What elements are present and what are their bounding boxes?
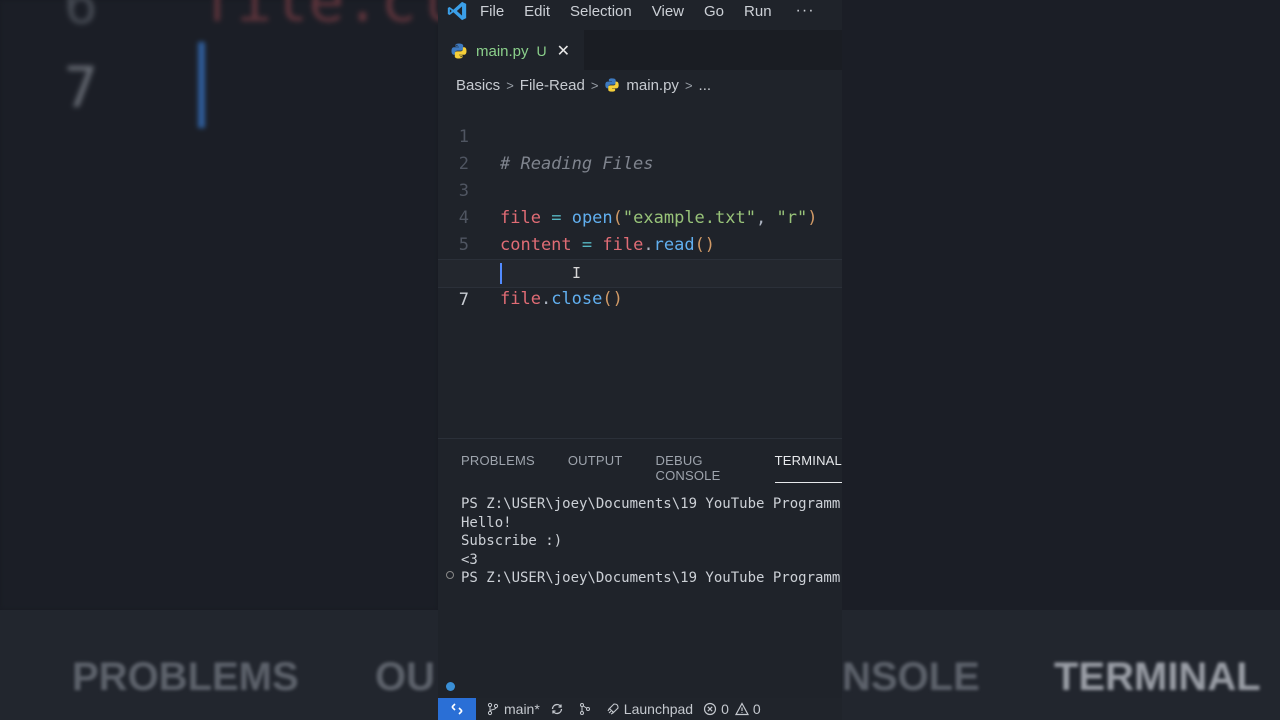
launchpad-label: Launchpad	[623, 701, 694, 717]
git-branch-icon	[487, 702, 499, 716]
terminal-line: PS Z:\USER\joey\Documents\19 YouTube Pro…	[461, 570, 841, 586]
tab-bar: main.py U ✕	[438, 30, 842, 71]
code-token: file	[500, 289, 541, 309]
breadcrumb-item-more[interactable]: ...	[699, 77, 712, 94]
breadcrumb-item-file-read[interactable]: File-Read	[520, 77, 585, 94]
status-bar: main* Launchpad 0 0	[438, 698, 842, 720]
terminal-output[interactable]: PS Z:\USER\joey\Documents\19 YouTube Pro…	[461, 495, 840, 588]
tab-problems[interactable]: PROBLEMS	[461, 453, 535, 483]
background-panel-tab: OU	[375, 655, 435, 699]
warning-count: 0	[752, 701, 761, 717]
panel-tabs: PROBLEMS OUTPUT DEBUG CONSOLE TERMINAL	[461, 453, 842, 483]
python-icon	[451, 43, 467, 59]
code-line[interactable]: 1 # Reading Files	[438, 97, 842, 174]
terminal-line: <3	[461, 551, 478, 568]
background-right	[842, 0, 1280, 610]
activity-indicator-icon	[446, 682, 455, 691]
code-line[interactable]: 4 content = file.read()	[438, 178, 842, 255]
rocket-icon	[607, 703, 619, 715]
menu-view[interactable]: View	[652, 3, 684, 20]
code-line[interactable]: 6 file.close()	[438, 232, 842, 309]
current-code-line[interactable]: 7	[438, 259, 842, 310]
background-line-number-6: 6	[64, 0, 98, 37]
breadcrumb-item-main-py[interactable]: main.py	[626, 77, 679, 94]
line-number: 7	[458, 290, 469, 310]
code-token: close	[551, 289, 603, 309]
terminal-line: Subscribe :)	[461, 533, 563, 549]
tab-label: main.py	[476, 42, 529, 60]
chevron-right-icon: >	[590, 77, 599, 93]
launchpad-button[interactable]: Launchpad	[606, 701, 693, 717]
code-token: .	[540, 289, 552, 309]
titlebar: File Edit Selection View Go Run ···	[438, 0, 842, 22]
menu-selection[interactable]: Selection	[570, 3, 632, 20]
tab-debug-console[interactable]: DEBUG CONSOLE	[656, 453, 742, 483]
python-icon	[605, 78, 620, 92]
untracked-badge: U	[536, 43, 547, 59]
bottom-panel: PROBLEMS OUTPUT DEBUG CONSOLE TERMINAL P…	[438, 438, 842, 699]
vscode-window: File Edit Selection View Go Run ··· main…	[438, 0, 842, 720]
terminal-line: Hello!	[461, 514, 512, 531]
menu-run[interactable]: Run	[744, 3, 772, 20]
chevron-right-icon: >	[684, 77, 693, 93]
error-icon	[703, 702, 717, 716]
menu-edit[interactable]: Edit	[524, 3, 550, 20]
background-panel-tab: NSOLE	[842, 655, 980, 699]
vscode-logo-icon	[447, 1, 467, 21]
text-caret	[500, 263, 502, 284]
ibeam-cursor-icon: I	[572, 264, 582, 282]
terminal-line: PS Z:\USER\joey\Documents\19 YouTube Pro…	[461, 496, 841, 512]
background-panel-tab: PROBLEMS	[72, 655, 299, 699]
sync-icon	[551, 703, 562, 715]
close-icon[interactable]: ✕	[557, 41, 570, 61]
code-line[interactable]: 3 file = open("example.txt", "r")	[438, 151, 842, 228]
background-code-text: file.cl	[200, 0, 453, 36]
breadcrumb-item-basics[interactable]: Basics	[456, 77, 500, 94]
chevron-right-icon: >	[506, 77, 514, 93]
code-line[interactable]: 5 print(content)	[438, 205, 842, 282]
tab-output[interactable]: OUTPUT	[568, 453, 623, 483]
background-left: 6 7 file.cl	[0, 0, 453, 610]
tab-terminal[interactable]: TERMINAL	[774, 453, 842, 483]
menu-go[interactable]: Go	[704, 3, 724, 20]
code-line[interactable]: 2	[438, 124, 842, 174]
code-token: ()	[602, 289, 623, 309]
branch-name: main*	[504, 701, 540, 717]
background-line-number-7: 7	[64, 56, 98, 121]
breadcrumb: Basics > File-Read > main.py > ...	[456, 74, 711, 96]
code-editor[interactable]: 1 # Reading Files 2 3 file = open("examp…	[438, 97, 842, 437]
tab-main-py[interactable]: main.py U ✕	[438, 30, 584, 71]
sync-button[interactable]	[550, 702, 568, 716]
branch-indicator[interactable]: main*	[486, 701, 540, 717]
warning-icon	[734, 702, 749, 716]
problems-indicator[interactable]: 0 0	[703, 701, 761, 717]
background-caret	[198, 42, 205, 128]
remote-icon	[451, 703, 463, 715]
background-panel-tab: TERMINAL	[1054, 655, 1261, 699]
git-graph-button[interactable]	[578, 702, 596, 716]
git-graph-icon	[579, 703, 590, 715]
error-count: 0	[721, 701, 729, 717]
menu-more-icon[interactable]: ···	[796, 2, 815, 20]
command-status-icon	[446, 571, 454, 579]
menu-file[interactable]: File	[480, 3, 504, 20]
remote-button[interactable]	[438, 698, 476, 720]
